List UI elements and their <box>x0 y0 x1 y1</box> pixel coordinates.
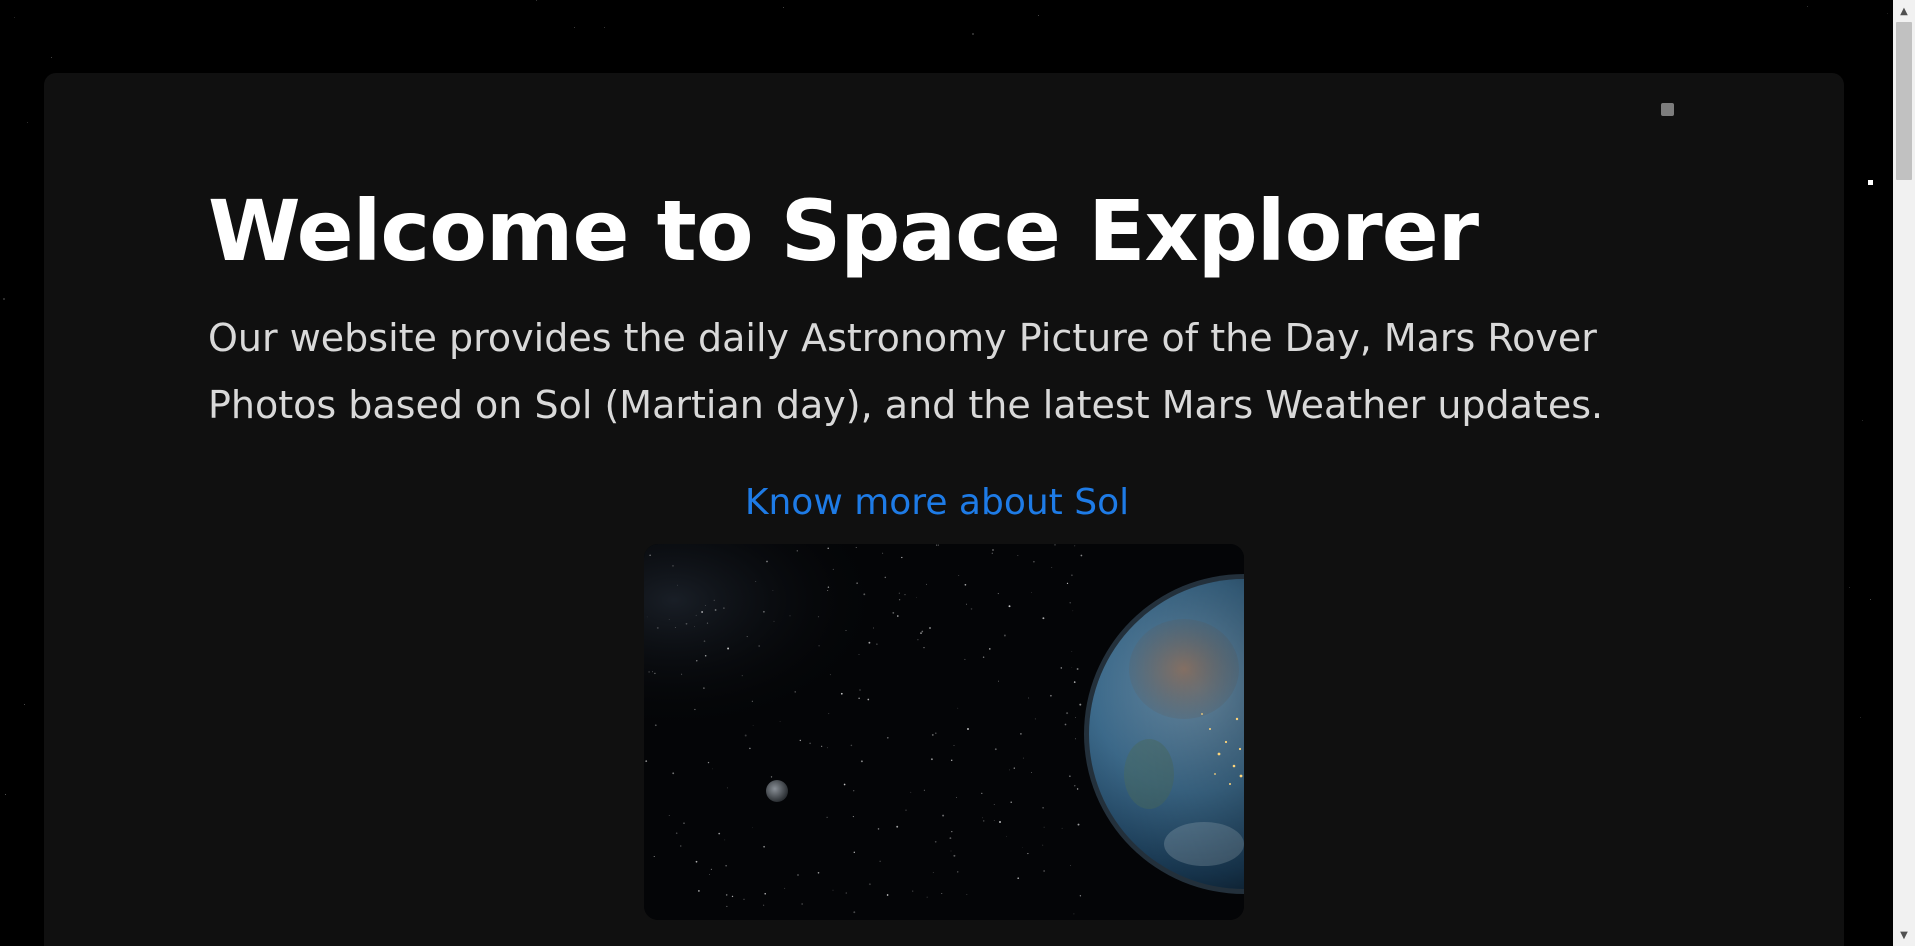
star <box>27 122 28 123</box>
square-icon[interactable] <box>1661 103 1674 116</box>
star <box>1870 599 1871 600</box>
know-more-sol-link[interactable]: Know more about Sol <box>44 481 1844 524</box>
star <box>1807 6 1808 7</box>
scrollbar-thumb[interactable] <box>1896 22 1912 180</box>
star <box>604 27 605 28</box>
star <box>14 17 15 18</box>
star <box>536 0 537 1</box>
page-viewport: Welcome to Space Explorer Our website pr… <box>0 0 1893 946</box>
earth-from-space-illustration <box>644 544 1244 920</box>
star <box>24 704 25 705</box>
star <box>1887 13 1888 14</box>
intro-description: Our website provides the daily Astronomy… <box>208 316 1604 427</box>
vertical-scrollbar[interactable]: ▲ ▼ <box>1893 0 1915 946</box>
star <box>574 27 575 28</box>
know-more-sol-label: Know more about Sol <box>744 482 1130 523</box>
star <box>1038 15 1039 16</box>
hero-card: Welcome to Space Explorer Our website pr… <box>44 73 1844 946</box>
star <box>3 298 5 300</box>
triangle-up-icon[interactable]: ▲ <box>1893 0 1915 22</box>
side-dot <box>1868 180 1873 185</box>
triangle-down-icon[interactable]: ▼ <box>1893 924 1915 946</box>
star <box>51 57 52 58</box>
star <box>1860 717 1861 718</box>
space-earth-image <box>644 544 1244 920</box>
star <box>1862 420 1863 421</box>
page-title: Welcome to Space Explorer <box>208 182 1479 280</box>
star <box>1849 587 1850 588</box>
star <box>972 33 974 35</box>
star <box>783 7 784 8</box>
star <box>5 794 6 795</box>
